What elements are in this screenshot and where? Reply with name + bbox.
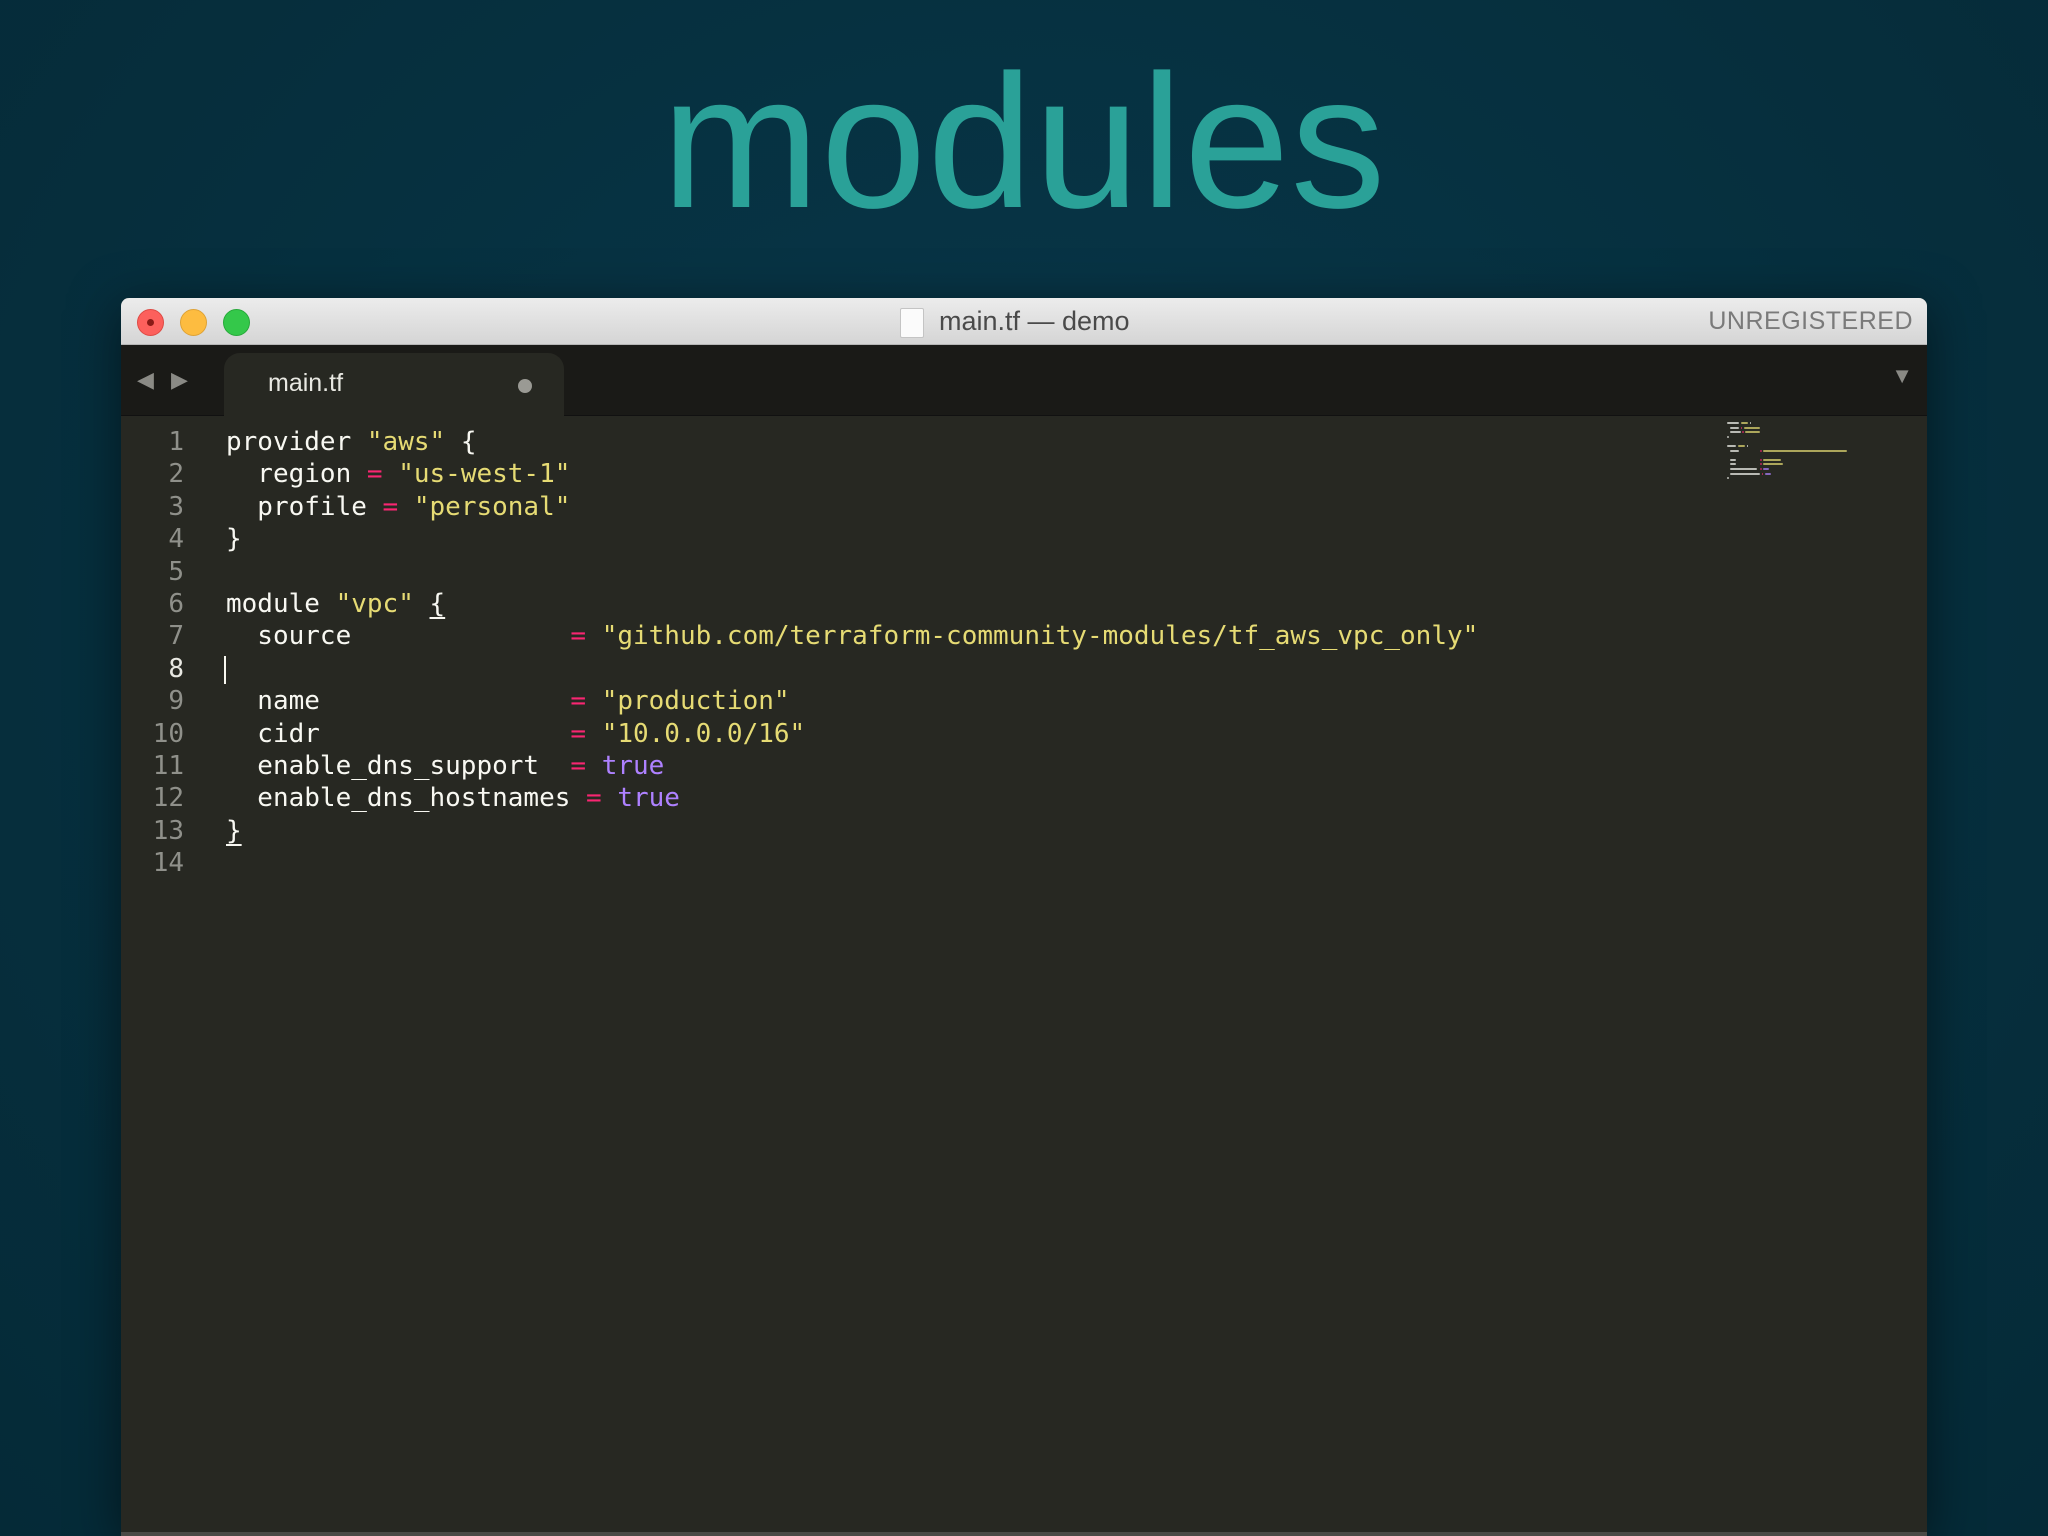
line-number-text: 11 [152, 751, 184, 781]
code-line[interactable]: 12 enable_dns_hostnames = true [121, 782, 1927, 814]
text-caret [224, 655, 226, 684]
document-icon [900, 308, 924, 338]
code-token: "vpc" [335, 589, 414, 619]
code-text: } [226, 523, 242, 555]
code-line[interactable]: 14 [121, 847, 1927, 879]
editor-window: main.tf — demo UNREGISTERED ◀ ▶ main.tf … [121, 298, 1927, 1536]
code-token: provider [226, 427, 367, 457]
line-number-text: 4 [168, 524, 184, 555]
code-token: "aws" [366, 427, 446, 457]
status-bar [121, 1532, 1927, 1536]
tab-bar: ◀ ▶ main.tf ▼ [121, 345, 1927, 416]
window-title: main.tf — demo [939, 306, 1130, 336]
line-number-text: 1 [168, 427, 184, 457]
code-token: = [570, 686, 587, 717]
code-line[interactable]: 6 module "vpc" { [121, 588, 1927, 620]
line-number-text: 8 [168, 653, 184, 684]
line-number-text: 10 [152, 718, 184, 749]
line-number-text: 2 [168, 459, 184, 490]
code-token: } [226, 524, 242, 555]
minimap-mark [1749, 422, 1751, 424]
window-titlebar[interactable]: main.tf — demo UNREGISTERED [121, 298, 1927, 345]
code-line[interactable]: 13} [121, 815, 1927, 847]
minimap-mark [1740, 422, 1748, 424]
line-number-text: 9 [168, 686, 184, 717]
line-number-text: 3 [168, 491, 184, 522]
code-line[interactable]: 8 [121, 653, 1927, 685]
code-token: source [226, 621, 571, 652]
slide-title: modules [661, 36, 1387, 248]
forward-arrow-icon[interactable]: ▶ [171, 367, 188, 393]
maximize-window-button[interactable] [223, 309, 250, 336]
code-line[interactable]: 3 profile = "personal" [121, 491, 1927, 523]
code-line[interactable]: 5 [121, 556, 1927, 588]
code-token: region [226, 459, 367, 490]
code-editor[interactable]: 1 provider "aws" {2 region = "us-west-1" 3… [121, 416, 1927, 1536]
code-text: module "vpc" { [226, 588, 445, 620]
back-arrow-icon[interactable]: ◀ [137, 367, 154, 393]
minimap-mark [1727, 422, 1739, 424]
tab-menu-icon[interactable]: ▼ [1891, 363, 1913, 389]
code-token: enable_dns_hostnames [226, 783, 587, 814]
code-token: cidr [226, 718, 571, 749]
code-text: name = "production" [226, 685, 790, 717]
code-token: "github.com/terraform-community-modules/… [601, 621, 1479, 652]
license-status: UNREGISTERED [1708, 307, 1913, 335]
code-line[interactable]: 4} [121, 523, 1927, 555]
code-text: } [226, 815, 242, 847]
code-token: = [382, 491, 399, 522]
line-number-text: 6 [168, 589, 184, 619]
close-icon [147, 319, 154, 326]
code-line[interactable]: 7 source = "github.com/terraform-communi… [121, 620, 1927, 652]
code-line[interactable]: 11 enable_dns_support = true [121, 750, 1927, 782]
code-token: true [617, 783, 680, 814]
line-number-text: 5 [168, 556, 184, 587]
line-number-text: 13 [152, 815, 184, 846]
code-token: "us-west-1" [398, 459, 571, 490]
code-token: "production" [601, 686, 790, 717]
code-token: true [601, 751, 665, 781]
unsaved-dot-icon[interactable] [518, 379, 532, 393]
code-text: source = "github.com/terraform-community… [226, 620, 1478, 652]
code-token: = [570, 621, 587, 652]
close-window-button[interactable] [137, 309, 164, 336]
code-text: region = "us-west-1" [226, 458, 570, 490]
code-line[interactable]: 10 cidr = "10.0.0.0/16" [121, 718, 1927, 750]
code-text: enable_dns_support = true [226, 750, 664, 782]
code-text: provider "aws" { [226, 426, 476, 458]
code-text: enable_dns_hostnames = true [226, 782, 680, 814]
code-token: } [226, 815, 242, 846]
line-number-text: 14 [152, 848, 184, 879]
code-token: profile [226, 491, 383, 522]
code-token: enable_dns_support [226, 751, 571, 781]
code-text: cidr = "10.0.0.0/16" [226, 718, 805, 750]
code-token: { [445, 427, 477, 457]
tab-label: main.tf [268, 369, 344, 397]
tab-main-tf[interactable]: main.tf [224, 353, 564, 416]
code-line[interactable]: 9 name = "production" [121, 685, 1927, 717]
code-token: module [226, 589, 336, 619]
code-token: = [570, 751, 587, 781]
code-token: { [429, 589, 446, 619]
code-token: "personal" [413, 491, 571, 522]
line-number-text: 12 [152, 783, 184, 814]
code-token: name [226, 686, 571, 717]
code-token: = [586, 783, 602, 814]
line-number-text: 7 [168, 621, 184, 652]
code-token: = [366, 459, 383, 490]
minimize-window-button[interactable] [180, 309, 207, 336]
code-token: = [570, 718, 587, 749]
code-line[interactable]: 2 region = "us-west-1" [121, 458, 1927, 490]
code-text: profile = "personal" [226, 491, 570, 523]
code-line[interactable]: 1 provider "aws" { [121, 426, 1927, 458]
code-token: "10.0.0.0/16" [601, 718, 806, 749]
